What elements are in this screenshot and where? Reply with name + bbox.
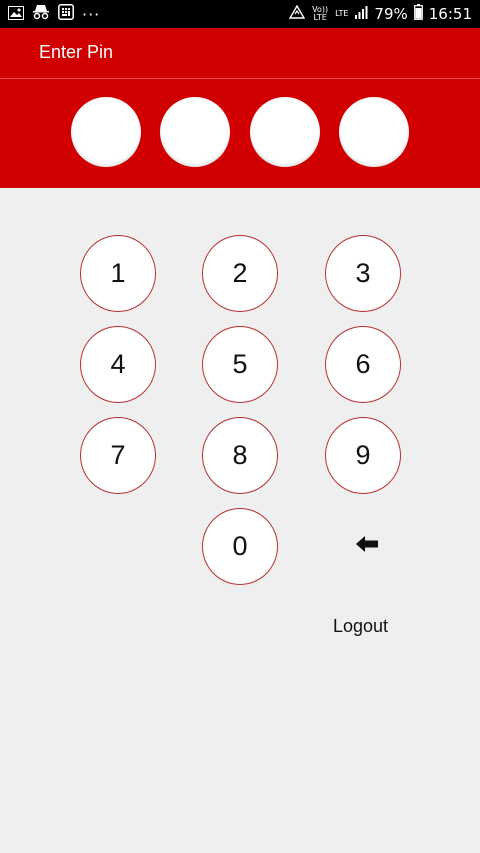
- data-saver-icon: [288, 4, 306, 23]
- notification-icons: ···: [8, 4, 100, 24]
- key-4[interactable]: 4: [80, 326, 156, 403]
- backspace-arrow-icon: [355, 534, 379, 559]
- pin-indicator-area: [0, 79, 480, 188]
- battery-icon: [413, 4, 423, 24]
- pin-dot-4: [339, 97, 409, 167]
- pin-dot-1: [71, 97, 141, 167]
- key-6[interactable]: 6: [325, 326, 401, 403]
- calculator-icon: [58, 4, 74, 24]
- key-7[interactable]: 7: [80, 417, 156, 494]
- pin-dot-3: [250, 97, 320, 167]
- more-notifications-icon: ···: [82, 4, 101, 24]
- key-1[interactable]: 1: [80, 235, 156, 312]
- logout-button[interactable]: Logout: [333, 616, 388, 637]
- clock: 16:51: [428, 5, 472, 23]
- lte-icon: LTE: [335, 9, 349, 18]
- key-0[interactable]: 0: [202, 508, 278, 585]
- gallery-icon: [8, 5, 24, 24]
- incognito-icon: [32, 4, 50, 24]
- key-9[interactable]: 9: [325, 417, 401, 494]
- app-bar: Enter Pin: [0, 28, 480, 78]
- pin-dot-2: [160, 97, 230, 167]
- system-icons: Vo)) LTE LTE 79% 16:51: [288, 4, 472, 24]
- key-8[interactable]: 8: [202, 417, 278, 494]
- battery-percent: 79%: [374, 5, 408, 23]
- key-2[interactable]: 2: [202, 235, 278, 312]
- volte-icon: Vo)) LTE: [312, 5, 329, 22]
- page-title: Enter Pin: [39, 42, 114, 62]
- signal-icon: [354, 5, 368, 23]
- backspace-button[interactable]: [352, 532, 382, 560]
- status-bar: ··· Vo)) LTE LTE 79% 16:51: [0, 0, 480, 28]
- key-5[interactable]: 5: [202, 326, 278, 403]
- key-3[interactable]: 3: [325, 235, 401, 312]
